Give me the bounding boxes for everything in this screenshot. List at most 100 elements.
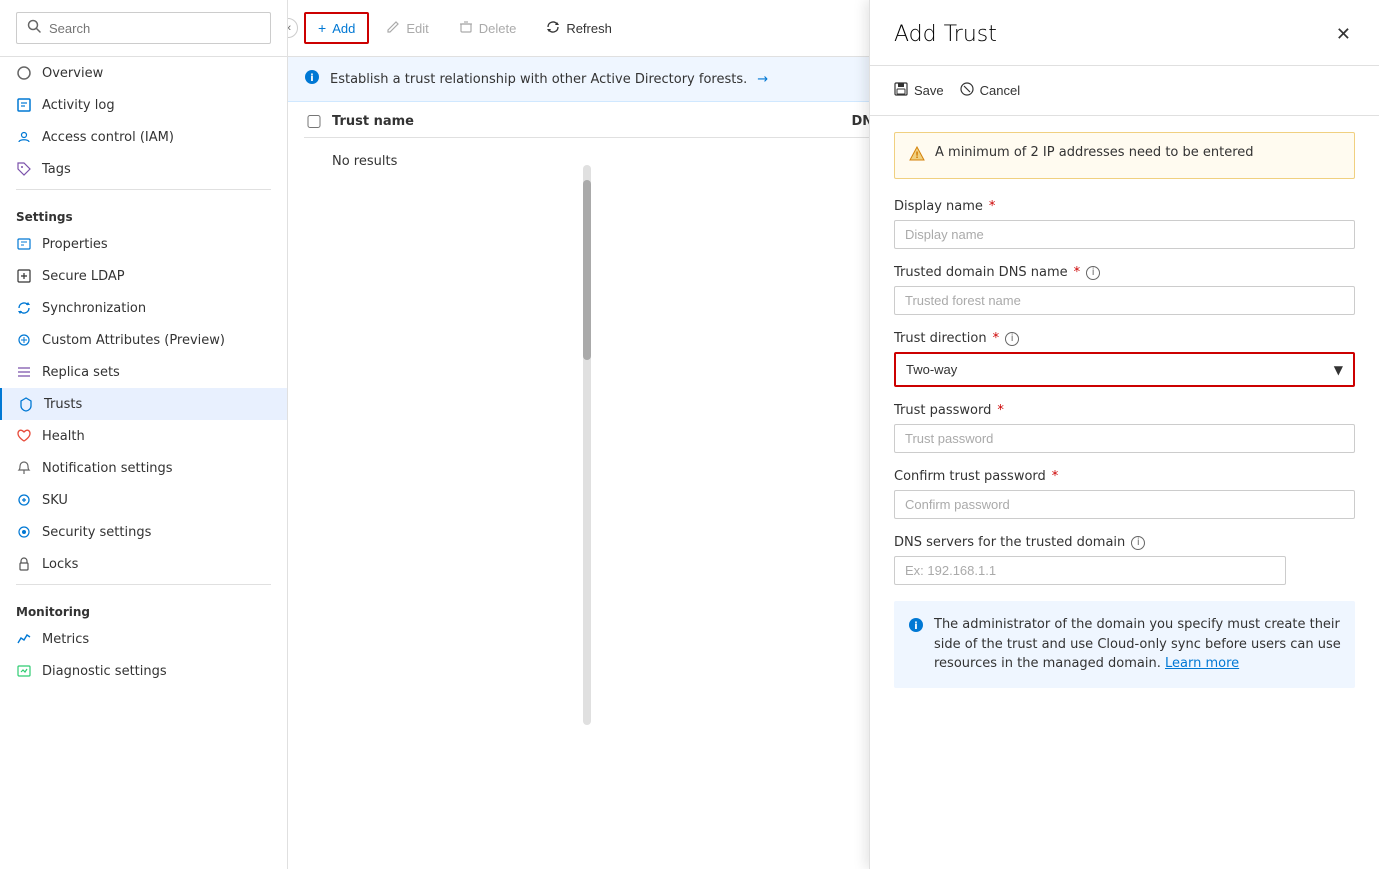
dns-servers-group: DNS servers for the trusted domain i bbox=[894, 535, 1355, 585]
trust-password-group: Trust password * bbox=[894, 403, 1355, 453]
learn-more-link[interactable]: Learn more bbox=[1165, 656, 1239, 671]
sidebar-item-replica-sets[interactable]: Replica sets bbox=[0, 356, 287, 388]
search-icon bbox=[27, 19, 41, 37]
sidebar-item-activity-log[interactable]: Activity log bbox=[0, 89, 287, 121]
scrollbar-thumb[interactable] bbox=[583, 180, 591, 360]
panel-cancel-label: Cancel bbox=[980, 83, 1020, 98]
sidebar-item-metrics[interactable]: Metrics bbox=[0, 623, 287, 655]
confirm-password-required: * bbox=[1052, 469, 1059, 484]
sku-icon bbox=[16, 492, 32, 508]
panel-cancel-button[interactable]: Cancel bbox=[960, 78, 1020, 103]
select-all-checkbox[interactable] bbox=[304, 115, 324, 128]
security-icon bbox=[16, 524, 32, 540]
sidebar-item-properties[interactable]: Properties bbox=[0, 228, 287, 260]
delete-button[interactable]: Delete bbox=[446, 13, 530, 44]
diagnostic-icon bbox=[16, 663, 32, 679]
sidebar-label-trusts: Trusts bbox=[44, 397, 82, 412]
edit-icon bbox=[386, 20, 400, 37]
circle-icon bbox=[16, 65, 32, 81]
dns-servers-info-icon[interactable]: i bbox=[1131, 536, 1145, 550]
sidebar-label-synchronization: Synchronization bbox=[42, 301, 146, 316]
info-box-icon: i bbox=[908, 616, 924, 640]
panel-close-button[interactable]: ✕ bbox=[1332, 20, 1355, 49]
monitoring-divider bbox=[16, 584, 271, 585]
refresh-icon bbox=[546, 20, 560, 37]
ldap-icon bbox=[16, 268, 32, 284]
notif-icon bbox=[16, 460, 32, 476]
sidebar-item-overview[interactable]: Overview bbox=[0, 57, 287, 89]
health-icon bbox=[16, 428, 32, 444]
delete-label: Delete bbox=[479, 21, 517, 36]
sidebar-item-synchronization[interactable]: Synchronization bbox=[0, 292, 287, 324]
sidebar-item-sku[interactable]: SKU bbox=[0, 484, 287, 516]
trust-password-input[interactable] bbox=[894, 424, 1355, 453]
sidebar-item-diagnostic-settings[interactable]: Diagnostic settings bbox=[0, 655, 287, 687]
sidebar-item-notification-settings[interactable]: Notification settings bbox=[0, 452, 287, 484]
refresh-label: Refresh bbox=[566, 21, 612, 36]
sidebar-item-custom-attributes[interactable]: Custom Attributes (Preview) bbox=[0, 324, 287, 356]
trusted-domain-required: * bbox=[1074, 265, 1081, 280]
sidebar-item-locks[interactable]: Locks bbox=[0, 548, 287, 580]
tags-icon bbox=[16, 161, 32, 177]
properties-icon bbox=[16, 236, 32, 252]
refresh-button[interactable]: Refresh bbox=[533, 13, 625, 44]
dns-servers-input[interactable] bbox=[894, 556, 1286, 585]
activity-icon bbox=[16, 97, 32, 113]
trusted-domain-input[interactable] bbox=[894, 286, 1355, 315]
trust-direction-select-wrapper: Two-way One-way: incoming One-way: outgo… bbox=[894, 352, 1355, 387]
panel-toolbar: Save Cancel bbox=[870, 66, 1379, 116]
trust-password-required: * bbox=[997, 403, 1004, 418]
main-content: + Add Edit Delete Refresh bbox=[288, 0, 1379, 869]
sidebar-label-overview: Overview bbox=[42, 66, 103, 81]
sidebar-label-notification-settings: Notification settings bbox=[42, 461, 173, 476]
save-icon bbox=[894, 82, 908, 99]
sidebar-label-access-control: Access control (IAM) bbox=[42, 130, 174, 145]
add-icon: + bbox=[318, 20, 326, 36]
search-box[interactable] bbox=[16, 12, 271, 44]
edit-label: Edit bbox=[406, 21, 428, 36]
sidebar-item-security-settings[interactable]: Security settings bbox=[0, 516, 287, 548]
trust-direction-info-icon[interactable]: i bbox=[1005, 332, 1019, 346]
svg-text:i: i bbox=[310, 73, 313, 84]
sidebar-label-tags: Tags bbox=[42, 162, 71, 177]
edit-button[interactable]: Edit bbox=[373, 13, 441, 44]
sidebar-label-secure-ldap: Secure LDAP bbox=[42, 269, 125, 284]
search-section bbox=[0, 0, 287, 57]
trust-direction-label: Trust direction * i bbox=[894, 331, 1355, 346]
panel-save-button[interactable]: Save bbox=[894, 78, 944, 103]
trusted-domain-info-icon[interactable]: i bbox=[1086, 266, 1100, 280]
trusts-icon bbox=[18, 396, 34, 412]
info-box-text: The administrator of the domain you spec… bbox=[934, 615, 1341, 674]
sidebar-item-health[interactable]: Health bbox=[0, 420, 287, 452]
sidebar: Overview Activity log Access control (IA… bbox=[0, 0, 288, 869]
sidebar-item-tags[interactable]: Tags bbox=[0, 153, 287, 185]
add-button[interactable]: + Add bbox=[304, 12, 369, 44]
sidebar-label-locks: Locks bbox=[42, 557, 78, 572]
sidebar-label-activity-log: Activity log bbox=[42, 98, 115, 113]
display-name-label: Display name * bbox=[894, 199, 1355, 214]
add-label: Add bbox=[332, 21, 355, 36]
add-trust-panel: Add Trust ✕ Save Cancel bbox=[869, 0, 1379, 869]
confirm-password-input[interactable] bbox=[894, 490, 1355, 519]
sidebar-label-replica-sets: Replica sets bbox=[42, 365, 120, 380]
info-banner-arrow: → bbox=[757, 72, 768, 87]
sidebar-item-trusts[interactable]: Trusts bbox=[0, 388, 287, 420]
sidebar-label-diagnostic-settings: Diagnostic settings bbox=[42, 664, 167, 679]
settings-section-title: Settings bbox=[0, 194, 287, 228]
info-banner-icon: i bbox=[304, 69, 320, 89]
sidebar-label-security-settings: Security settings bbox=[42, 525, 151, 540]
trust-password-label: Trust password * bbox=[894, 403, 1355, 418]
display-name-input[interactable] bbox=[894, 220, 1355, 249]
search-input[interactable] bbox=[49, 21, 260, 36]
custom-icon bbox=[16, 332, 32, 348]
iam-icon bbox=[16, 129, 32, 145]
trust-direction-required: * bbox=[993, 331, 1000, 346]
dns-servers-label: DNS servers for the trusted domain i bbox=[894, 535, 1355, 550]
delete-icon bbox=[459, 20, 473, 37]
trust-direction-select[interactable]: Two-way One-way: incoming One-way: outgo… bbox=[896, 354, 1353, 385]
sidebar-item-access-control[interactable]: Access control (IAM) bbox=[0, 121, 287, 153]
col-trust-name-header: Trust name bbox=[332, 114, 844, 129]
monitoring-section-title: Monitoring bbox=[0, 589, 287, 623]
trusted-domain-label: Trusted domain DNS name * i bbox=[894, 265, 1355, 280]
sidebar-item-secure-ldap[interactable]: Secure LDAP bbox=[0, 260, 287, 292]
